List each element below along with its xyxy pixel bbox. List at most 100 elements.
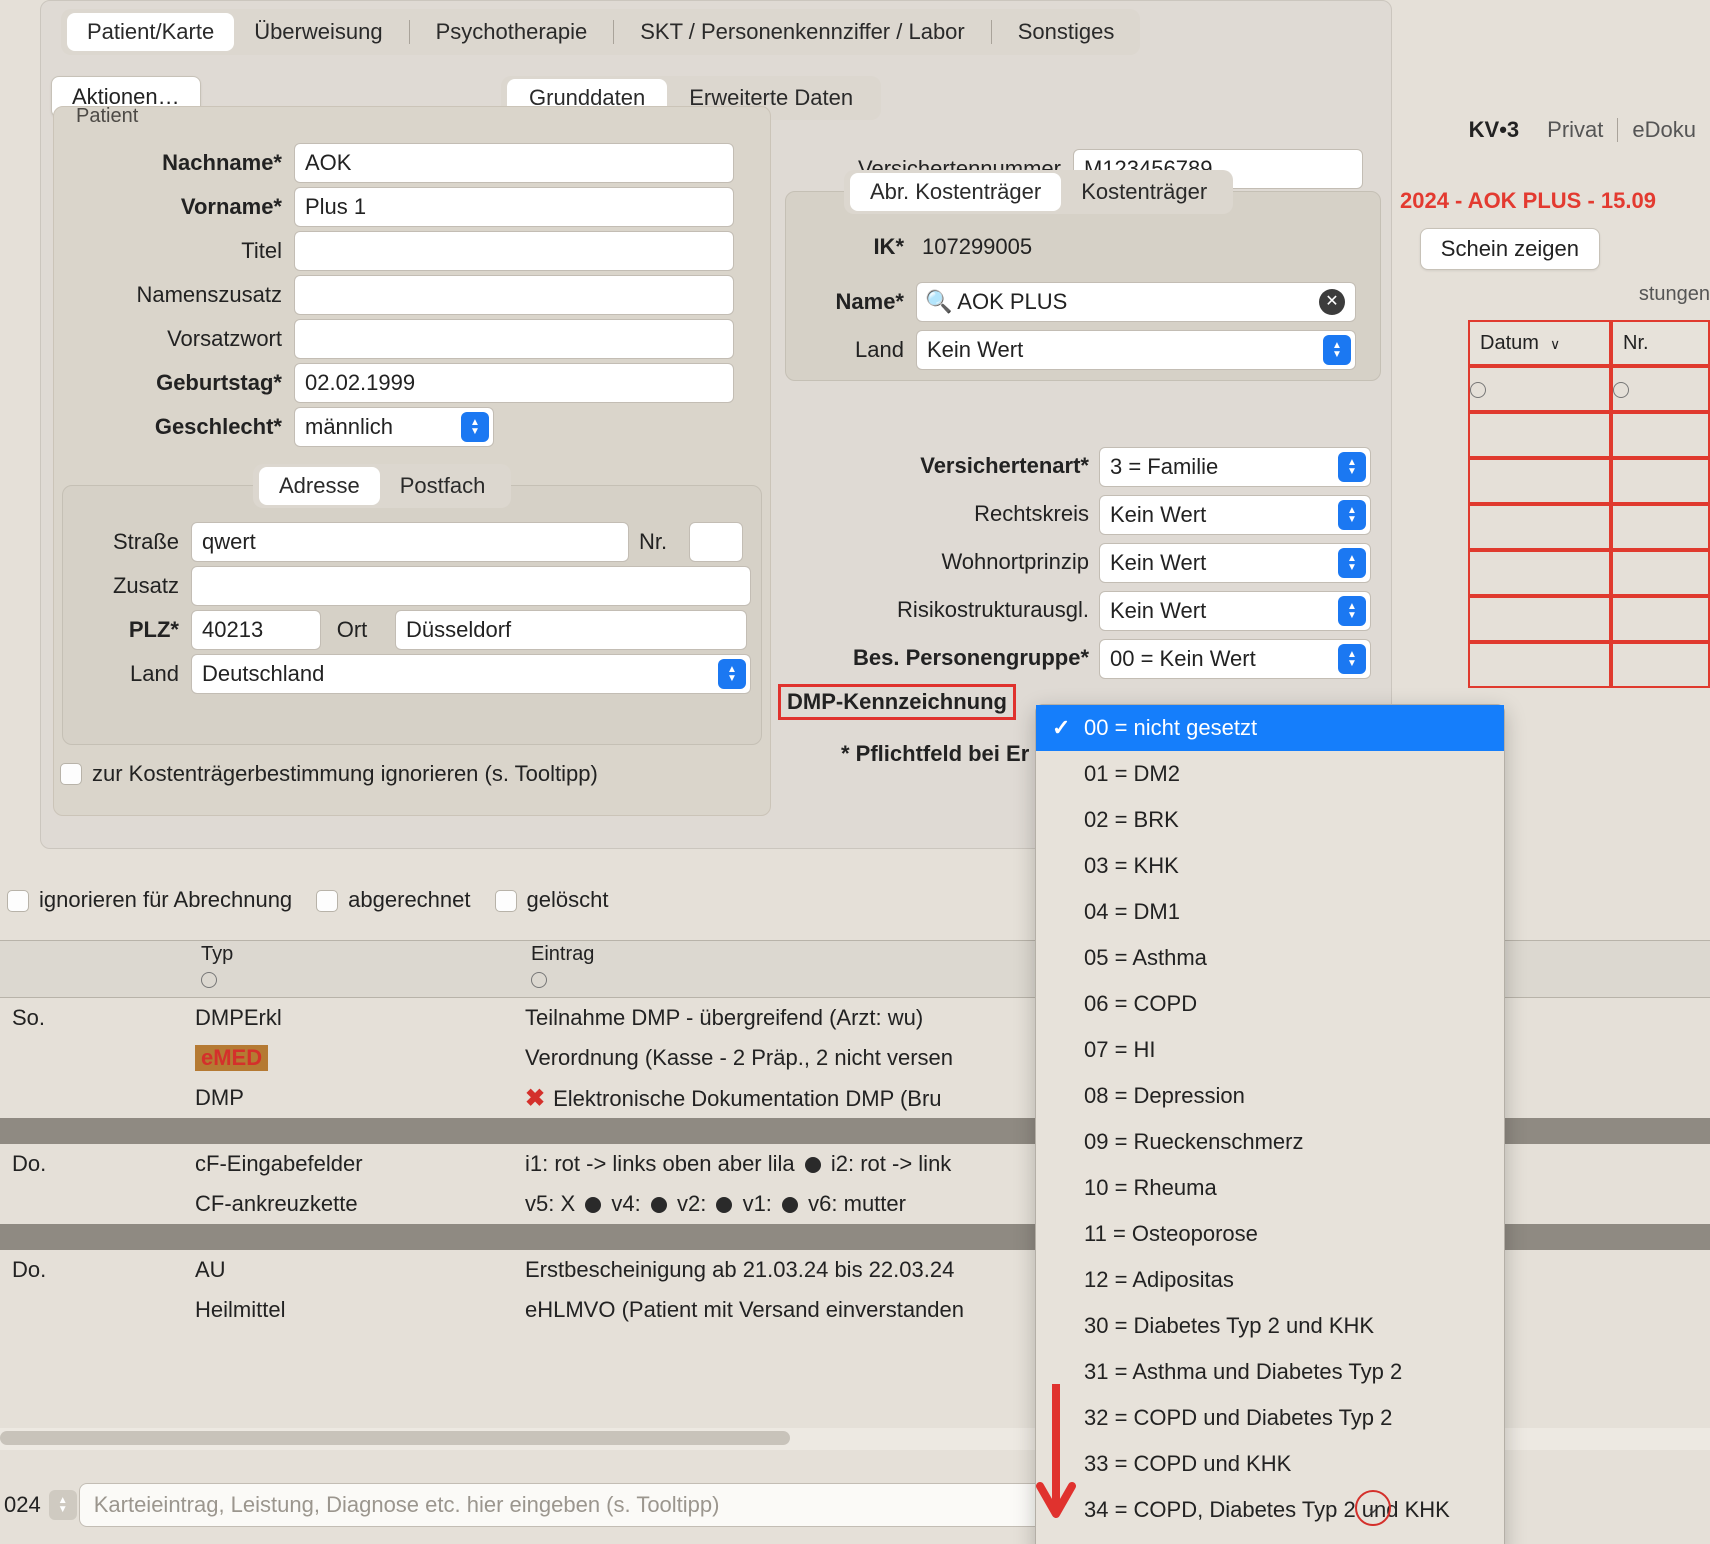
- tab-postfach[interactable]: Postfach: [380, 467, 506, 505]
- scroll-down-icon[interactable]: ⌄: [1355, 1490, 1391, 1526]
- entry-search-input[interactable]: Karteieintrag, Leistung, Diagnose etc. h…: [79, 1483, 1050, 1527]
- label-plz: PLZ*: [63, 617, 191, 643]
- dmp-option[interactable]: 05 = Asthma: [1036, 935, 1504, 981]
- tab-adresse[interactable]: Adresse: [259, 467, 380, 505]
- namenszusatz-field[interactable]: [294, 275, 734, 315]
- insurance-line: 2024 - AOK PLUS - 15.09: [1400, 188, 1710, 214]
- dmp-option[interactable]: 31 = Asthma und Diabetes Typ 2: [1036, 1349, 1504, 1395]
- zusatz-field[interactable]: [191, 566, 751, 606]
- clear-icon[interactable]: ✕: [1319, 289, 1345, 315]
- label-land: Land: [63, 661, 191, 687]
- dmp-option[interactable]: 08 = Depression: [1036, 1073, 1504, 1119]
- versart-select[interactable]: 3 = Familie: [1099, 447, 1371, 487]
- abgerechnet-checkbox[interactable]: [316, 890, 338, 912]
- dmp-option[interactable]: 33 = COPD und KHK: [1036, 1441, 1504, 1487]
- dmp-dropdown-popup: 00 = nicht gesetzt01 = DM202 = BRK03 = K…: [1035, 704, 1505, 1544]
- tab-sonstiges[interactable]: Sonstiges: [998, 13, 1135, 51]
- geburtstag-field[interactable]: [294, 363, 734, 403]
- kostentraeger-tabs: Abr. Kostenträger Kostenträger: [844, 170, 1233, 214]
- label-geschlecht: Geschlecht*: [54, 414, 294, 440]
- tab-edoku[interactable]: eDoku: [1618, 117, 1710, 143]
- label-zusatz: Zusatz: [63, 573, 191, 599]
- tab-privat[interactable]: Privat: [1533, 117, 1617, 143]
- main-tab-strip: Patient/Karte Überweisung Psychotherapie…: [61, 9, 1140, 55]
- address-tabs: Adresse Postfach: [253, 464, 511, 508]
- bottom-entry-bar: 024 Karteieintrag, Leistung, Diagnose et…: [0, 1480, 1050, 1530]
- wohnort-select[interactable]: Kein Wert: [1099, 543, 1371, 583]
- dmp-option[interactable]: 04 = DM1: [1036, 889, 1504, 935]
- kname-search[interactable]: 🔍 AOK PLUS ✕: [916, 282, 1356, 322]
- ignorieren-label: ignorieren für Abrechnung: [39, 887, 292, 912]
- bes-select[interactable]: 00 = Kein Wert: [1099, 639, 1371, 679]
- rechtskreis-select[interactable]: Kein Wert: [1099, 495, 1371, 535]
- dmp-option[interactable]: 07 = HI: [1036, 1027, 1504, 1073]
- dmp-option[interactable]: 12 = Adipositas: [1036, 1257, 1504, 1303]
- label-kland: Land: [786, 337, 916, 363]
- patient-legend: Patient: [76, 105, 138, 128]
- label-kname: Name*: [786, 289, 916, 315]
- search-icon: 🔍: [925, 289, 957, 314]
- nr-field[interactable]: [689, 522, 743, 562]
- abgerechnet-label: abgerechnet: [348, 887, 470, 912]
- label-namenszusatz: Namenszusatz: [54, 282, 294, 308]
- dmp-option[interactable]: 09 = Rueckenschmerz: [1036, 1119, 1504, 1165]
- ignore-label: zur Kostenträgerbestimmung ignorieren (s…: [92, 761, 598, 787]
- ignore-checkbox[interactable]: [60, 763, 82, 785]
- chevron-updown-icon: [1338, 452, 1366, 482]
- tab-abr-kostentraeger[interactable]: Abr. Kostenträger: [850, 173, 1061, 211]
- vorname-field[interactable]: [294, 187, 734, 227]
- nachname-field[interactable]: [294, 143, 734, 183]
- label-wohnort: Wohnortprinzip: [785, 549, 1089, 575]
- dmp-option[interactable]: 11 = Osteoporose: [1036, 1211, 1504, 1257]
- dmp-option[interactable]: 06 = COPD: [1036, 981, 1504, 1027]
- label-rechtskreis: Rechtskreis: [785, 501, 1089, 527]
- tab-kv3[interactable]: KV•3: [1455, 117, 1534, 143]
- vorsatzwort-field[interactable]: [294, 319, 734, 359]
- chevron-updown-icon: [1338, 500, 1366, 530]
- dmp-option[interactable]: 01 = DM2: [1036, 751, 1504, 797]
- schein-zeigen-button[interactable]: Schein zeigen: [1420, 228, 1600, 270]
- label-ort: Ort: [321, 617, 395, 643]
- ik-value: 107299005: [916, 234, 1032, 260]
- chevron-updown-icon: [461, 412, 489, 442]
- geschlecht-select[interactable]: männlich: [294, 407, 494, 447]
- dmp-option[interactable]: 34 = COPD, Diabetes Typ 2 und KHK: [1036, 1487, 1504, 1533]
- pflichtfeld-note: * Pflichtfeld bei Er: [841, 741, 1029, 767]
- chevron-updown-icon: [718, 659, 746, 689]
- mini-table: Datum ∨ Nr.: [1468, 320, 1710, 688]
- land-select[interactable]: Deutschland: [191, 654, 751, 694]
- label-dmp-highlighted: DMP-Kennzeichnung: [778, 684, 1016, 720]
- dmp-option[interactable]: 30 = Diabetes Typ 2 und KHK: [1036, 1303, 1504, 1349]
- chevron-updown-icon: [1338, 548, 1366, 578]
- risiko-select[interactable]: Kein Wert: [1099, 591, 1371, 631]
- col-typ-header[interactable]: Typ: [201, 943, 519, 966]
- tab-psychotherapie[interactable]: Psychotherapie: [416, 13, 608, 51]
- annotation-arrow: [1036, 1384, 1076, 1534]
- dmp-option[interactable]: 00 = nicht gesetzt: [1036, 705, 1504, 751]
- dmp-option[interactable]: 02 = BRK: [1036, 797, 1504, 843]
- dmp-option[interactable]: 03 = KHK: [1036, 843, 1504, 889]
- chevron-updown-icon: [1338, 644, 1366, 674]
- label-bes: Bes. Personengruppe*: [761, 645, 1089, 671]
- address-fieldset: Adresse Postfach Straße Nr. Zusatz PLZ* …: [62, 485, 762, 745]
- plz-field[interactable]: [191, 610, 321, 650]
- error-icon: ✖: [525, 1085, 545, 1112]
- tab-patient-karte[interactable]: Patient/Karte: [67, 13, 234, 51]
- label-ik: IK*: [786, 234, 916, 260]
- label-strasse: Straße: [63, 529, 191, 555]
- strasse-field[interactable]: [191, 522, 629, 562]
- ort-field[interactable]: [395, 610, 747, 650]
- kland-select[interactable]: Kein Wert: [916, 330, 1356, 370]
- tab-skt[interactable]: SKT / Personenkennziffer / Labor: [620, 13, 985, 51]
- chevron-updown-icon: [1338, 596, 1366, 626]
- year-stepper[interactable]: [49, 1490, 77, 1520]
- dmp-option[interactable]: 10 = Rheuma: [1036, 1165, 1504, 1211]
- ignorieren-checkbox[interactable]: [7, 890, 29, 912]
- tab-ueberweisung[interactable]: Überweisung: [234, 13, 402, 51]
- dmp-option[interactable]: 32 = COPD und Diabetes Typ 2: [1036, 1395, 1504, 1441]
- geloescht-checkbox[interactable]: [495, 890, 517, 912]
- year-stepper-value: 024: [0, 1492, 41, 1518]
- titel-field[interactable]: [294, 231, 734, 271]
- kostentraeger-group: Abr. Kostenträger Kostenträger IK* 10729…: [785, 191, 1381, 381]
- tab-kostentraeger[interactable]: Kostenträger: [1061, 173, 1227, 211]
